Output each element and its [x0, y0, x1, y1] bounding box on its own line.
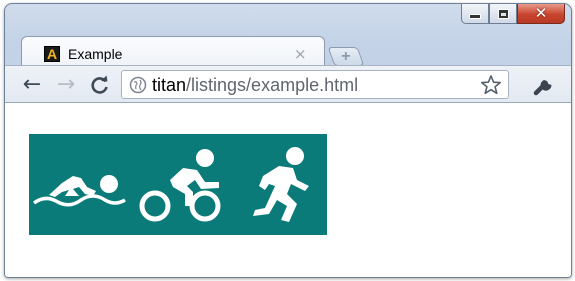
favicon-icon: A	[44, 46, 60, 62]
close-window-button[interactable]: ✕	[517, 4, 565, 24]
maximize-button[interactable]	[489, 4, 517, 24]
reload-button[interactable]	[87, 72, 113, 98]
browser-window: ✕ A Example × + ← → titan/listings/examp…	[4, 3, 572, 278]
url-host: titan	[152, 75, 187, 95]
forward-button[interactable]: →	[53, 72, 79, 98]
address-bar[interactable]: titan/listings/example.html	[121, 70, 509, 99]
tab-close-icon[interactable]: ×	[294, 45, 307, 63]
minimize-icon	[469, 14, 481, 19]
tab-title: Example	[68, 46, 123, 62]
maximize-icon	[497, 8, 509, 19]
reload-icon	[91, 75, 108, 94]
wrench-icon[interactable]	[532, 74, 556, 96]
back-button[interactable]: ←	[19, 72, 45, 98]
page-content	[5, 103, 571, 277]
bookmark-star-icon[interactable]	[480, 74, 502, 96]
sports-image	[29, 134, 327, 235]
url-text: titan/listings/example.html	[152, 75, 358, 96]
swimming-icon	[32, 175, 126, 207]
toolbar: ← → titan/listings/example.html	[5, 65, 571, 103]
running-icon	[253, 147, 309, 222]
url-path: /listings/example.html	[186, 75, 359, 95]
new-tab-button[interactable]: +	[327, 47, 365, 66]
close-icon: ✕	[534, 4, 548, 22]
minimize-button[interactable]	[461, 4, 489, 24]
plus-icon: +	[341, 47, 351, 65]
window-controls: ✕	[461, 4, 565, 24]
page-info-icon[interactable]	[129, 76, 147, 94]
cycling-icon	[139, 149, 221, 222]
